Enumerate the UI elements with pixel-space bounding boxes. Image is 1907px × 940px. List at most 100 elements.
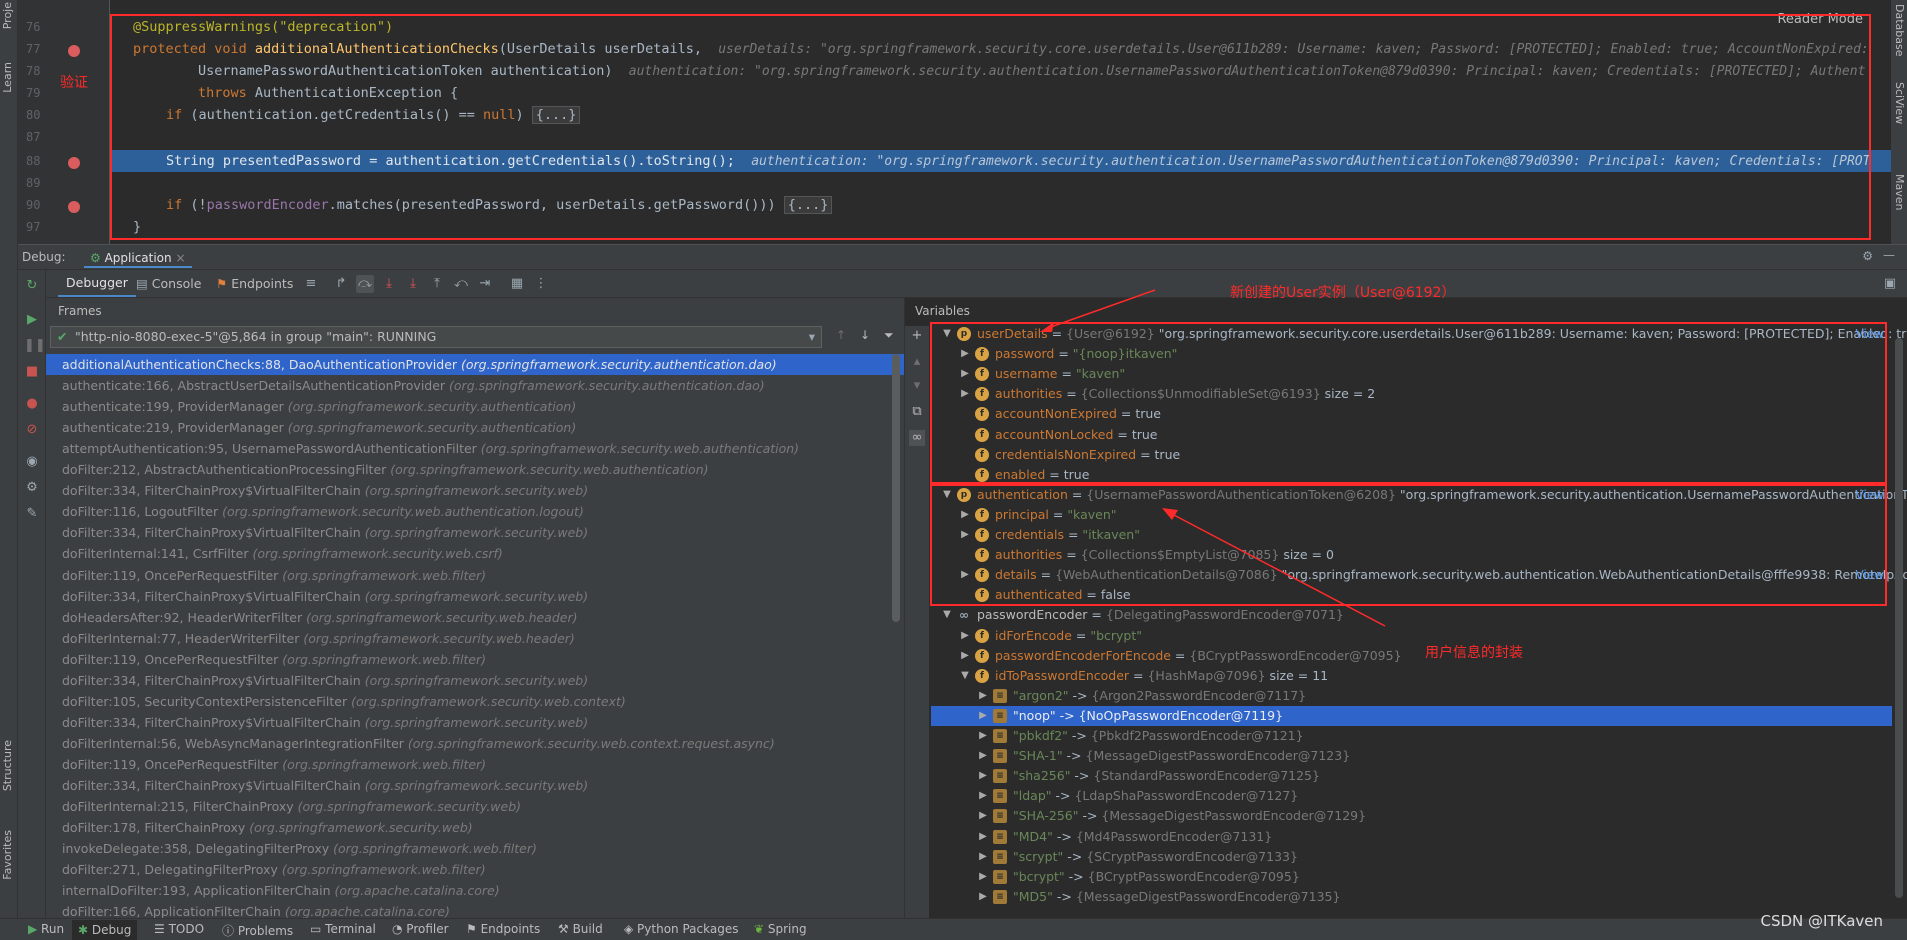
stack-frame-row[interactable]: authenticate:199, ProviderManager (org.s… <box>46 396 904 417</box>
move-up-icon[interactable]: ▴ <box>909 354 925 370</box>
variables-scrollbar[interactable] <box>1895 338 1903 898</box>
collapse-arrow-icon[interactable]: ▼ <box>941 605 953 625</box>
tool-tab-project[interactable]: Proje <box>1 2 17 29</box>
gear-icon[interactable]: ⚙ <box>1862 249 1873 263</box>
variable-row[interactable]: ▶ ≡ "ldap" -> {LdapShaPasswordEncoder@7127… <box>931 786 1892 806</box>
breakpoint-icon[interactable] <box>68 45 80 57</box>
tool-tab-database[interactable]: Database <box>1892 4 1906 57</box>
tool-tab-maven[interactable]: Maven <box>1892 174 1906 210</box>
arrow-up-icon[interactable]: ↑ <box>836 328 846 342</box>
drop-frame-icon[interactable]: ⤺ <box>452 275 470 293</box>
stack-frame-row[interactable]: doFilterInternal:56, WebAsyncManagerInte… <box>46 733 904 754</box>
stack-frame-row[interactable]: authenticate:219, ProviderManager (org.s… <box>46 417 904 438</box>
stack-frame-row[interactable]: doFilterInternal:215, FilterChainProxy (… <box>46 796 904 817</box>
stack-frame-row[interactable]: doFilter:212, AbstractAuthenticationProc… <box>46 459 904 480</box>
stop-icon[interactable]: ■ <box>24 364 40 380</box>
bottom-tab-run[interactable]: ▶ Run <box>28 922 64 936</box>
stack-frame-row[interactable]: doFilter:178, FilterChainProxy (org.spri… <box>46 817 904 838</box>
variable-row[interactable]: ▶ ≡ "SHA-1" -> {MessageDigestPasswordEncod… <box>931 746 1892 766</box>
move-down-icon[interactable]: ▾ <box>909 378 925 394</box>
expand-arrow-icon[interactable]: ▶ <box>977 766 989 786</box>
breakpoint-icon[interactable] <box>68 157 80 169</box>
bottom-tab-profiler[interactable]: ◔ Profiler <box>392 922 449 936</box>
stack-frame-row[interactable]: doFilter:334, FilterChainProxy$VirtualFi… <box>46 670 904 691</box>
expand-arrow-icon[interactable]: ▶ <box>977 786 989 806</box>
stack-frame-row[interactable]: doFilter:119, OncePerRequestFilter (org.… <box>46 754 904 775</box>
variable-row[interactable]: ▶ ≡ "noop" -> {NoOpPasswordEncoder@7119} <box>931 705 1892 726</box>
stack-frame-row[interactable]: invokeDelegate:358, DelegatingFilterProx… <box>46 838 904 859</box>
rerun-icon[interactable]: ↻ <box>24 278 40 294</box>
layout-icon[interactable]: ▣ <box>1881 275 1899 293</box>
stack-frame-row[interactable]: doFilter:119, OncePerRequestFilter (org.… <box>46 565 904 586</box>
run-to-cursor-icon[interactable]: ⇥ <box>476 275 494 293</box>
evaluate-expression-icon[interactable]: ▦ <box>508 275 526 293</box>
bottom-tab-debug[interactable]: ✱ Debug <box>72 920 138 940</box>
variable-row[interactable]: ▶ ≡ "argon2" -> {Argon2PasswordEncoder@711… <box>931 686 1892 706</box>
stack-frame-row[interactable]: doFilter:334, FilterChainProxy$VirtualFi… <box>46 712 904 733</box>
variable-row[interactable]: ▶ ≡ "MD5" -> {MessageDigestPasswordEncoder… <box>931 887 1892 907</box>
variable-row[interactable]: ▶ f passwordEncoderForEncode = {BCryptPass… <box>931 646 1892 666</box>
collapse-arrow-icon[interactable]: ▼ <box>959 666 971 686</box>
watches-icon[interactable]: ∞ <box>909 430 925 446</box>
expand-arrow-icon[interactable]: ▶ <box>959 626 971 646</box>
expand-arrow-icon[interactable]: ▶ <box>977 887 989 907</box>
close-icon[interactable]: × <box>172 251 185 265</box>
stack-frame-row[interactable]: doFilter:334, FilterChainProxy$VirtualFi… <box>46 522 904 543</box>
step-out-icon[interactable]: ⤒ <box>428 275 446 293</box>
bottom-tab-spring[interactable]: ❦ Spring <box>754 922 807 936</box>
stack-frame-row[interactable]: additionalAuthenticationChecks:88, DaoAu… <box>46 354 904 375</box>
pause-icon[interactable]: ❚❚ <box>24 338 46 354</box>
minimize-icon[interactable]: — <box>1883 248 1895 262</box>
stack-frame-row[interactable]: attemptAuthentication:95, UsernamePasswo… <box>46 438 904 459</box>
bottom-tab-todo[interactable]: ☰ TODO <box>154 922 204 936</box>
settings-icon[interactable]: ⚙ <box>24 480 40 496</box>
stack-frame-row[interactable]: doFilter:334, FilterChainProxy$VirtualFi… <box>46 775 904 796</box>
variable-row[interactable]: ▶ ≡ "sha256" -> {StandardPasswordEncoder@7… <box>931 766 1892 786</box>
bottom-tab-terminal[interactable]: ▭ Terminal <box>310 922 376 936</box>
bottom-tab-build[interactable]: ⚒ Build <box>558 922 603 936</box>
stack-frame-row[interactable]: doFilterInternal:141, CsrfFilter (org.sp… <box>46 543 904 564</box>
arrow-down-icon[interactable]: ↓ <box>860 328 870 342</box>
bottom-tab-problems[interactable]: ⓘ Problems <box>222 922 293 939</box>
add-watch-icon[interactable]: + <box>909 328 925 344</box>
mute-breakpoints-icon[interactable]: ⊘ <box>24 422 40 438</box>
menu-icon[interactable]: ≡ <box>302 275 320 293</box>
copy-icon[interactable]: ⧉ <box>909 404 925 420</box>
stack-frame-row[interactable]: doFilter:119, OncePerRequestFilter (org.… <box>46 649 904 670</box>
tab-application[interactable]: ⚙ Application × <box>84 248 192 268</box>
expand-arrow-icon[interactable]: ▶ <box>977 806 989 826</box>
force-step-into-icon[interactable]: ⤓ <box>404 275 422 293</box>
stack-frame-row[interactable]: internalDoFilter:193, ApplicationFilterC… <box>46 880 904 901</box>
stack-frame-row[interactable]: doFilter:105, SecurityContextPersistence… <box>46 691 904 712</box>
tool-tab-sciview[interactable]: SciView <box>1892 82 1906 124</box>
stack-frame-row[interactable]: doFilter:334, FilterChainProxy$VirtualFi… <box>46 480 904 501</box>
breakpoint-icon[interactable] <box>68 201 80 213</box>
trace-icon[interactable]: ⋮ <box>532 275 550 293</box>
stack-frame-row[interactable]: doFilter:116, LogoutFilter (org.springfr… <box>46 501 904 522</box>
tool-tab-learn[interactable]: Learn <box>1 62 17 93</box>
bottom-tab-python-packages[interactable]: ◈ Python Packages <box>624 922 738 936</box>
filter-icon[interactable]: ⏷ <box>884 328 894 343</box>
stack-frame-row[interactable]: doFilter:334, FilterChainProxy$VirtualFi… <box>46 586 904 607</box>
variable-row[interactable]: ▶ ≡ "scrypt" -> {SCryptPasswordEncoder@713… <box>931 847 1892 867</box>
variable-row[interactable]: ▶ ≡ "MD4" -> {Md4PasswordEncoder@7131} <box>931 827 1892 847</box>
expand-arrow-icon[interactable]: ▶ <box>977 867 989 887</box>
expand-arrow-icon[interactable]: ▶ <box>977 827 989 847</box>
tab-endpoints[interactable]: ⚑ Endpoints <box>216 276 293 291</box>
variable-row[interactable]: ▼ ∞ passwordEncoder = {DelegatingPasswordE… <box>931 605 1892 625</box>
stack-frame-row[interactable]: doFilterInternal:77, HeaderWriterFilter … <box>46 628 904 649</box>
expand-arrow-icon[interactable]: ▶ <box>977 686 989 706</box>
expand-arrow-icon[interactable]: ▶ <box>977 847 989 867</box>
tab-debugger[interactable]: Debugger <box>58 273 136 297</box>
stack-frame-row[interactable]: doHeadersAfter:92, HeaderWriterFilter (o… <box>46 607 904 628</box>
variable-row[interactable]: ▶ ≡ "pbkdf2" -> {Pbkdf2PasswordEncoder@712… <box>931 726 1892 746</box>
tab-console[interactable]: ▤ Console <box>136 276 201 291</box>
pin-icon[interactable]: ✎ <box>24 506 40 522</box>
code-editor[interactable]: 76 77 78 79 80 87 88 89 90 97 @SuppressW… <box>18 0 1891 244</box>
step-into-icon[interactable]: ⤓ <box>380 275 398 293</box>
expand-arrow-icon[interactable]: ▶ <box>977 746 989 766</box>
camera-icon[interactable]: ◉ <box>24 454 40 470</box>
show-execution-point-icon[interactable]: ↱ <box>332 275 350 293</box>
resume-icon[interactable]: ▶ <box>24 312 40 328</box>
tool-tab-structure[interactable]: Structure <box>1 740 17 791</box>
